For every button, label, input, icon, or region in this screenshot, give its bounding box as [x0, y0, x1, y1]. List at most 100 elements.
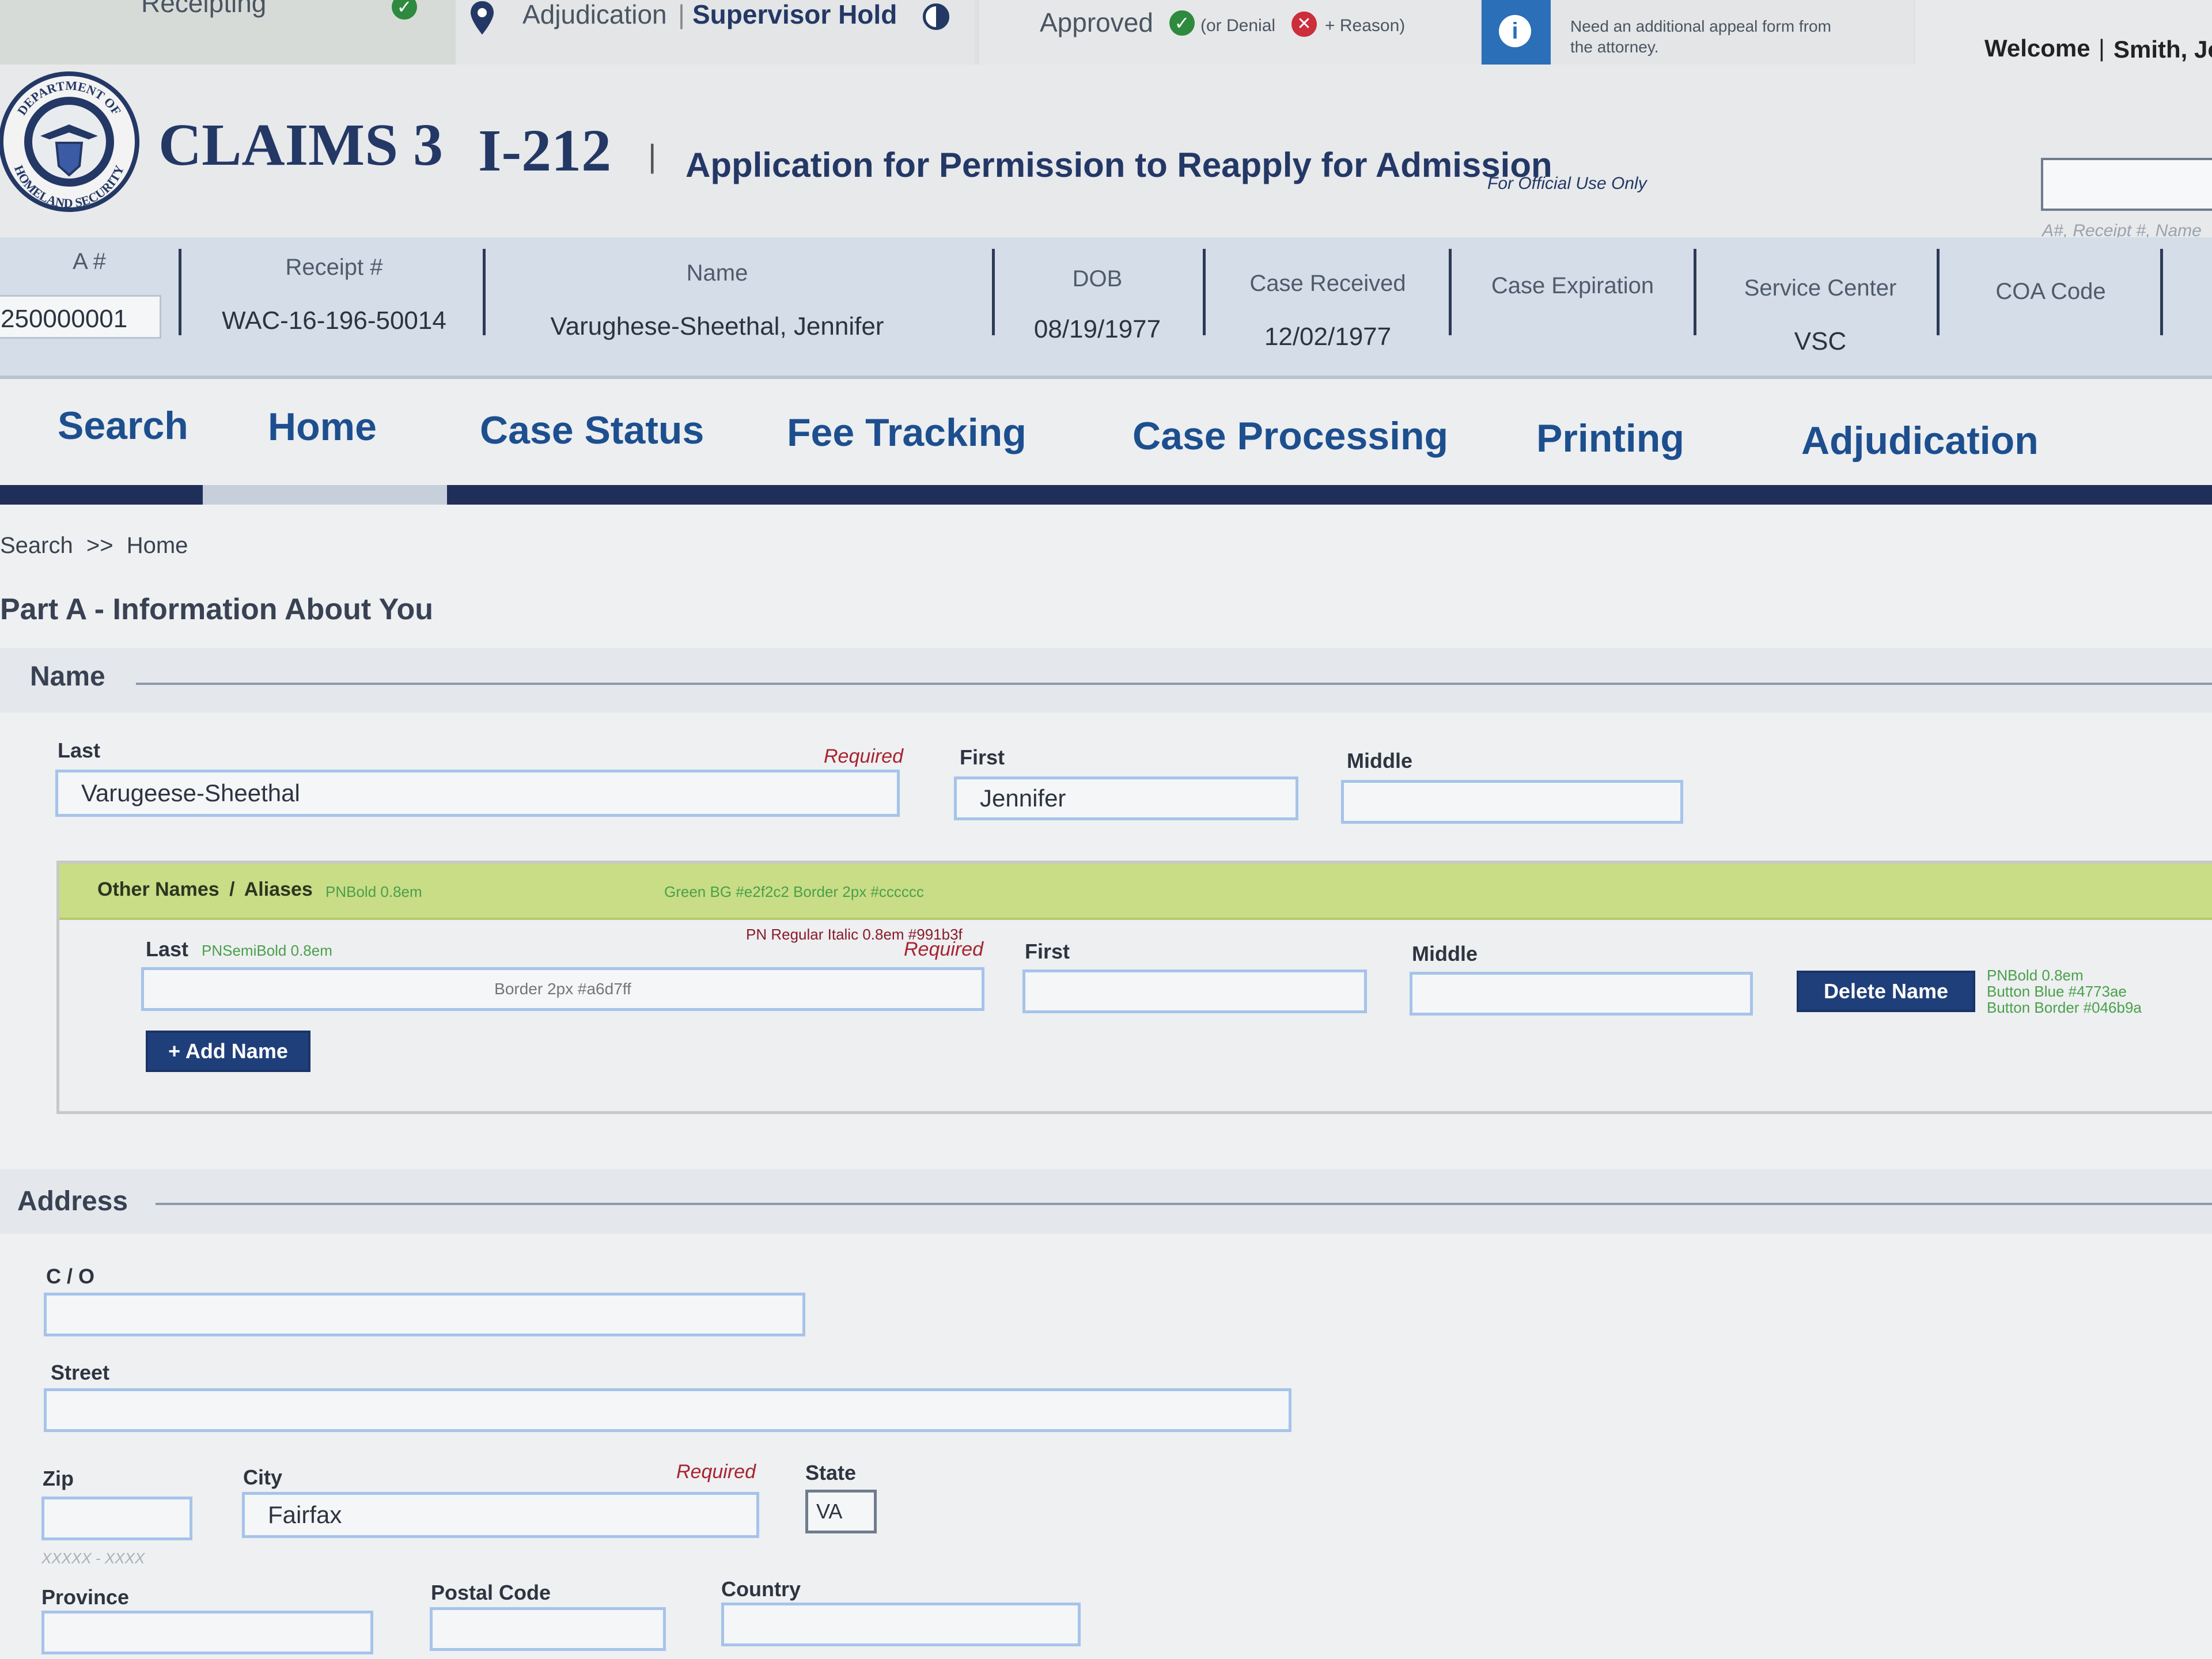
zip-format-hint: XXXXX - XXXX: [41, 1550, 145, 1567]
expiration-column: Case Expiration: [1457, 237, 1688, 376]
approval-step[interactable]: Approved ✓ (or Denial ✕ + Reason): [979, 0, 1480, 65]
state-select[interactable]: [805, 1490, 877, 1533]
dob-label: DOB: [1072, 266, 1123, 291]
nav-search[interactable]: Search: [58, 403, 188, 448]
name-section-header: Name: [0, 648, 2212, 713]
user-name[interactable]: Smith, Jo: [2113, 36, 2212, 63]
info-divider: [483, 249, 486, 335]
coa-column: COA Code: [1947, 237, 2154, 376]
alias-last-input[interactable]: [141, 967, 984, 1011]
first-name-input[interactable]: [954, 777, 1298, 820]
name-label: Name: [686, 260, 748, 286]
notice-line-1: Need an additional appeal form from: [1570, 17, 1831, 35]
country-input[interactable]: [721, 1603, 1081, 1646]
nav-home[interactable]: Home: [268, 404, 377, 449]
delete-button-border-note: Button Border #046b9a: [1987, 999, 2142, 1016]
care-of-input[interactable]: [44, 1293, 805, 1336]
app-header: DEPARTMENT OF HOMELAND SECURITY CLAIMS 3…: [0, 65, 2212, 240]
service-center-label: Service Center: [1744, 275, 1897, 301]
province-input[interactable]: [41, 1611, 373, 1654]
aliases-title: Other Names / Aliases: [97, 878, 313, 901]
care-of-label: C / O: [46, 1264, 95, 1288]
case-search-input[interactable]: [2041, 158, 2212, 211]
section-rule: [136, 683, 2212, 685]
nav-adjudication[interactable]: Adjudication: [1801, 418, 2039, 463]
aliases-title-sep: /: [229, 878, 235, 900]
user-area: Welcome | Smith, Jo: [1915, 0, 2212, 65]
add-name-button[interactable]: + Add Name: [146, 1031, 310, 1072]
alias-middle-input[interactable]: [1410, 972, 1753, 1016]
aliases-panel: Other Names / Aliases PNBold 0.8em Green…: [56, 861, 2212, 1114]
middle-name-label: Middle: [1347, 749, 1412, 772]
coa-code-label: COA Code: [1995, 279, 2106, 304]
info-divider: [1203, 249, 1206, 335]
breadcrumb-home[interactable]: Home: [127, 533, 188, 558]
nav-printing[interactable]: Printing: [1536, 416, 1684, 461]
postal-code-input[interactable]: [430, 1607, 666, 1651]
a-number-label: A #: [73, 249, 106, 274]
form-number: I-212: [478, 118, 612, 184]
part-title: Part A - Information About You: [0, 593, 434, 626]
street-input[interactable]: [44, 1388, 1291, 1432]
service-center-value: VSC: [1794, 327, 1847, 355]
country-label: Country: [721, 1577, 801, 1601]
aliases-header: Other Names / Aliases PNBold 0.8em Green…: [59, 863, 2212, 920]
receipt-value[interactable]: WAC-16-196-50014: [190, 306, 478, 335]
official-use-label: For Official Use Only: [1487, 174, 1647, 193]
nav-case-processing[interactable]: Case Processing: [1132, 414, 1448, 459]
middle-name-input[interactable]: [1341, 780, 1683, 824]
a-number-column: A # 250000001: [0, 237, 179, 376]
supervisor-hold-label: Supervisor Hold: [692, 0, 897, 29]
info-divider: [2160, 249, 2163, 335]
postal-code-label: Postal Code: [431, 1581, 551, 1604]
aliases-title-part1: Other Names: [97, 878, 219, 900]
strip-separator: |: [678, 0, 685, 29]
city-input[interactable]: [242, 1492, 759, 1538]
nav-fee-tracking[interactable]: Fee Tracking: [787, 410, 1027, 455]
zip-input[interactable]: [41, 1497, 192, 1540]
nav-active-indicator: [203, 485, 447, 505]
info-divider: [1694, 249, 1696, 335]
dob-value: 08/19/1977: [1033, 315, 1161, 343]
info-divider: [1449, 249, 1452, 335]
delete-name-button[interactable]: Delete Name: [1797, 971, 1975, 1012]
a-number-value[interactable]: 250000001: [1, 305, 127, 334]
address-section-header: Address: [0, 1169, 2212, 1234]
breadcrumb-separator: >>: [86, 533, 113, 558]
map-pin-icon: [471, 1, 494, 35]
nav-case-status[interactable]: Case Status: [480, 408, 704, 453]
main-nav: Search Home Case Status Fee Tracking Cas…: [0, 379, 2212, 494]
delete-button-color-note: Button Blue #4773ae: [1987, 983, 2127, 1000]
notice: Need an additional appeal form from the …: [1551, 0, 1914, 65]
case-expiration-label: Case Expiration: [1491, 273, 1654, 298]
welcome-separator: |: [2099, 35, 2105, 62]
info-divider: [179, 249, 181, 335]
info-divider: [1937, 249, 1940, 335]
adjudication-step[interactable]: Adjudication | Supervisor Hold: [456, 0, 975, 65]
info-divider: [992, 249, 995, 335]
approved-check-icon: ✓: [1169, 10, 1195, 36]
name-value[interactable]: Varughese-Sheethal, Jennifer: [495, 312, 939, 341]
info-badge[interactable]: i: [1482, 0, 1551, 65]
notice-line-2: the attorney.: [1570, 38, 1659, 56]
form-subtitle: Application for Permission to Reapply fo…: [685, 146, 1552, 184]
breadcrumb: Search >> Home: [0, 533, 188, 559]
first-name-label: First: [960, 745, 1005, 769]
address-section-title: Address: [17, 1186, 128, 1217]
adjudication-label: Adjudication: [522, 0, 667, 29]
reason-label: + Reason): [1325, 16, 1406, 35]
or-denial-label: (or Denial: [1200, 16, 1276, 35]
last-name-required: Required: [824, 745, 903, 767]
last-name-input[interactable]: [55, 770, 900, 817]
info-icon: i: [1499, 15, 1531, 47]
denial-x-icon: ✕: [1291, 12, 1317, 37]
breadcrumb-search[interactable]: Search: [0, 533, 73, 558]
alias-first-input[interactable]: [1022, 969, 1367, 1013]
status-strip: Receipting ✓ Adjudication | Supervisor H…: [0, 0, 2212, 65]
aliases-bg-note: Green BG #e2f2c2 Border 2px #cccccc: [664, 883, 924, 900]
name-column: Name Varughese-Sheethal, Jennifer: [495, 237, 939, 376]
service-center-column: Service Center VSC: [1705, 237, 1936, 376]
receipting-step[interactable]: Receipting ✓: [0, 0, 455, 65]
header-separator: |: [648, 138, 657, 174]
dhs-seal-icon: DEPARTMENT OF HOMELAND SECURITY: [0, 71, 139, 212]
